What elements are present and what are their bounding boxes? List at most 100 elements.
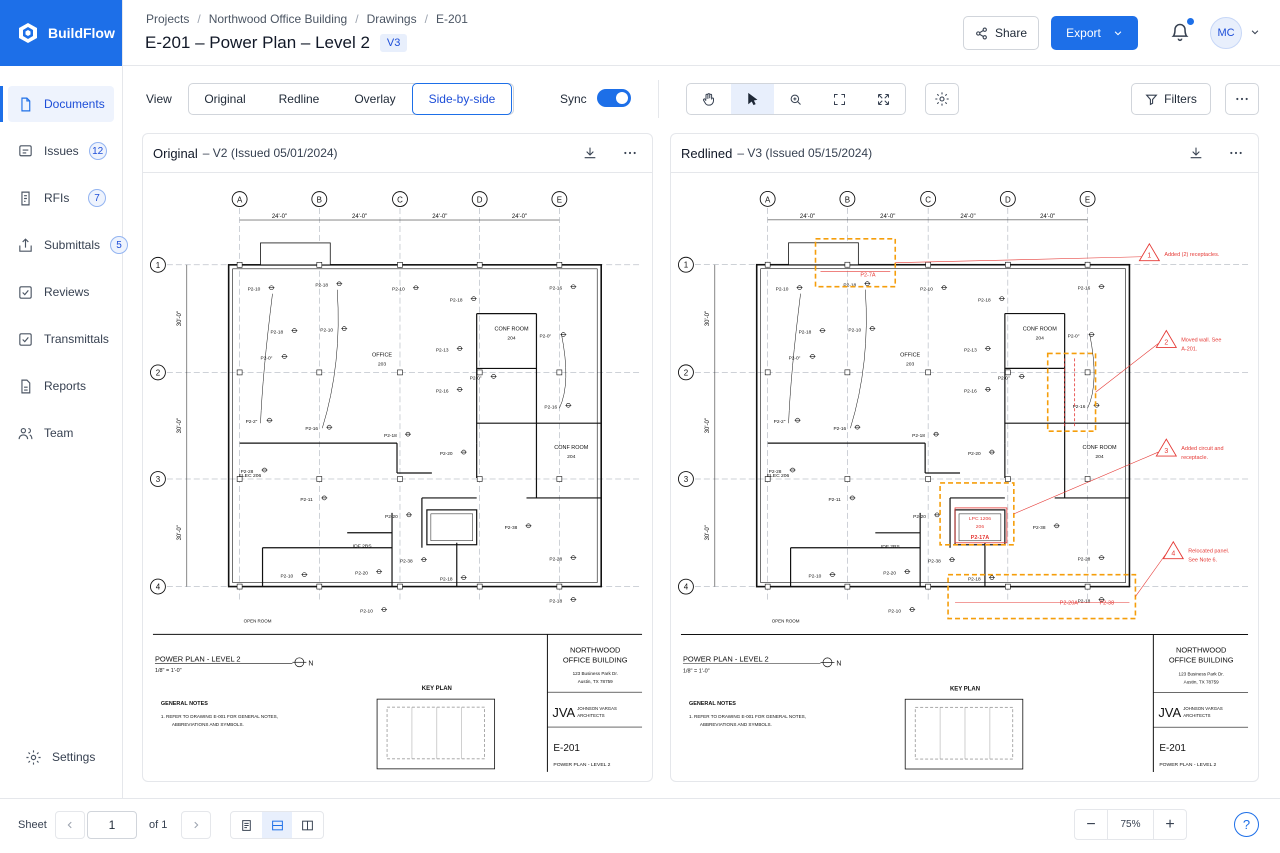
sidebar-item-reviews[interactable]: Reviews [8,274,114,310]
more-horizontal-icon[interactable] [1228,145,1244,161]
filters-button[interactable]: Filters [1131,83,1211,115]
electrical-room [426,509,478,546]
view-mode-side-by-side[interactable]: Side-by-side [412,83,512,115]
pan-tool[interactable] [687,84,731,114]
key-plan-title: KEY PLAN [950,686,980,692]
download-icon[interactable] [1188,145,1204,161]
redline-circuit-tag: P2-38 [1100,601,1115,607]
original-drawing[interactable]: A B C D E 24'-0" 24'-0" 24'-0" 24'-0" 1 2 3 4 30'-0" 3… [143,174,652,781]
chevron-down-icon[interactable] [1250,27,1260,37]
sidebar-item-reports[interactable]: Reports [8,368,114,404]
leader-line [1135,554,1166,597]
view-mode-overlay[interactable]: Overlay [337,84,413,114]
sheet-name: POWER PLAN - LEVEL 2 [553,762,610,768]
more-horizontal-icon[interactable] [622,145,638,161]
sidebar-item-settings[interactable]: Settings [16,739,123,775]
revision-note: receptacle. [1181,455,1208,461]
sidebar-item-submittals[interactable]: Submittals 5 [8,227,129,263]
structural-column [236,583,243,590]
structural-column [236,369,243,376]
expand-icon [877,93,889,105]
structural-column [476,476,483,482]
grid-row-label: 3 [684,475,689,484]
sidebar-item-documents[interactable]: Documents [0,86,114,122]
sidebar-item-issues[interactable]: Issues 12 [8,133,114,169]
fullscreen-tool[interactable] [861,84,905,114]
sheet-number-input[interactable]: 1 [87,811,137,839]
key-plan-outline [386,706,485,760]
panel-actions [1188,145,1244,161]
panel-label: ELEC 206 [767,473,790,479]
previous-sheet-button[interactable] [55,811,85,839]
key-plan-title: KEY PLAN [422,686,452,692]
revision-note: A-201. [1181,346,1198,352]
plan-scale: 1/8" = 1'-0" [155,668,182,674]
sheet-number: E-201 [553,743,580,754]
circuit-label: P2-2" [246,419,258,425]
view-mode-redline[interactable]: Redline [261,84,337,114]
breadcrumb-project[interactable]: Northwood Office Building [209,12,348,26]
grid-row-label: 4 [684,583,689,592]
structural-column [764,369,771,376]
breadcrumb-projects[interactable]: Projects [146,12,189,26]
horizontal-split-layout-button[interactable] [261,812,293,838]
room-number: 203 [378,361,387,367]
sync-toggle[interactable] [597,89,631,107]
next-sheet-button[interactable] [181,811,211,839]
panel-actions [582,145,638,161]
bell-icon[interactable] [1170,22,1190,42]
team-icon [16,424,34,442]
sidebar-item-transmittals[interactable]: Transmittals [8,321,114,357]
zoom-out-button[interactable]: − [1075,810,1107,839]
note-line: ABBREVIATIONS AND SYMBOLS. [700,722,772,727]
more-horizontal-icon [1236,97,1248,101]
room-number: 204 [1095,454,1104,460]
circuit-label: P2-20 [440,451,453,457]
revision-note: See Note 6. [1188,558,1217,564]
app-logo[interactable]: BuildFlow [0,0,122,66]
export-button[interactable]: Export [1051,16,1138,50]
note-line: 1. REFER TO DRAWING E-001 FOR GENERAL NO… [689,714,806,719]
circuit-label: P2-0" [539,334,551,340]
zoom-control: − 75% + [1074,809,1187,840]
circuit-label: P2-38 [400,559,413,565]
sheet-label: Sheet [18,819,47,831]
redlined-drawing[interactable]: A B C D E 24'-0" 24'-0" 24'-0" 24'-0" 1 2 3 4 30'-0" 3… [671,174,1258,781]
view-mode-original[interactable]: Original [189,84,261,114]
circuit-label: P2-0" [789,355,801,361]
zoom-in-button[interactable]: + [1154,810,1186,839]
redline-circuit-tag: P2-20A [1060,601,1079,607]
vertical-split-layout-button[interactable] [292,812,323,838]
sidebar-item-team[interactable]: Team [8,415,114,451]
original-panel: Original – V2 (Issued 05/01/2024) A B C D E 2… [142,133,653,782]
circuit-label: P2-0" [261,355,273,361]
cursor-icon [748,92,758,105]
dimension-label: 30'-0" [705,311,711,326]
circuit-label: P2-18 [270,330,283,336]
circuit-label: P2-10 [320,328,333,334]
dimension-label: 30'-0" [705,418,711,433]
avatar[interactable]: MC [1210,17,1242,49]
drawing-canvas[interactable]: A B C D E 24'-0" 24'-0" 24'-0" 24'-0" 1 2 3 4 30'-0" 3… [143,174,652,781]
circuit-label: P2-16 [305,426,318,432]
project-name: NORTHWOOD [570,645,621,654]
zoom-value[interactable]: 75% [1107,810,1154,839]
single-page-layout-button[interactable] [231,812,262,838]
share-button[interactable]: Share [963,16,1039,50]
viewer-settings-button[interactable] [925,83,959,115]
fit-tool[interactable] [818,84,862,114]
help-button[interactable]: ? [1234,812,1259,837]
sidebar-item-rfis[interactable]: RFIs 7 [8,180,114,216]
zoom-tool[interactable] [774,84,818,114]
version-badge[interactable]: V3 [379,34,408,52]
key-plan-frame [904,698,1024,770]
breadcrumb-drawings[interactable]: Drawings [367,12,417,26]
drawing-canvas[interactable]: A B C D E 24'-0" 24'-0" 24'-0" 24'-0" 1 2 3 4 30'-0" 3… [671,174,1258,781]
page-header: Projects / Northwood Office Building / D… [123,0,1280,66]
more-options-button[interactable] [1225,83,1259,115]
circuit-label: P2-28 [1078,557,1091,563]
download-icon[interactable] [582,145,598,161]
circuit-label: P2-18 [450,298,463,304]
structural-column [764,583,771,590]
select-tool[interactable] [730,84,775,114]
